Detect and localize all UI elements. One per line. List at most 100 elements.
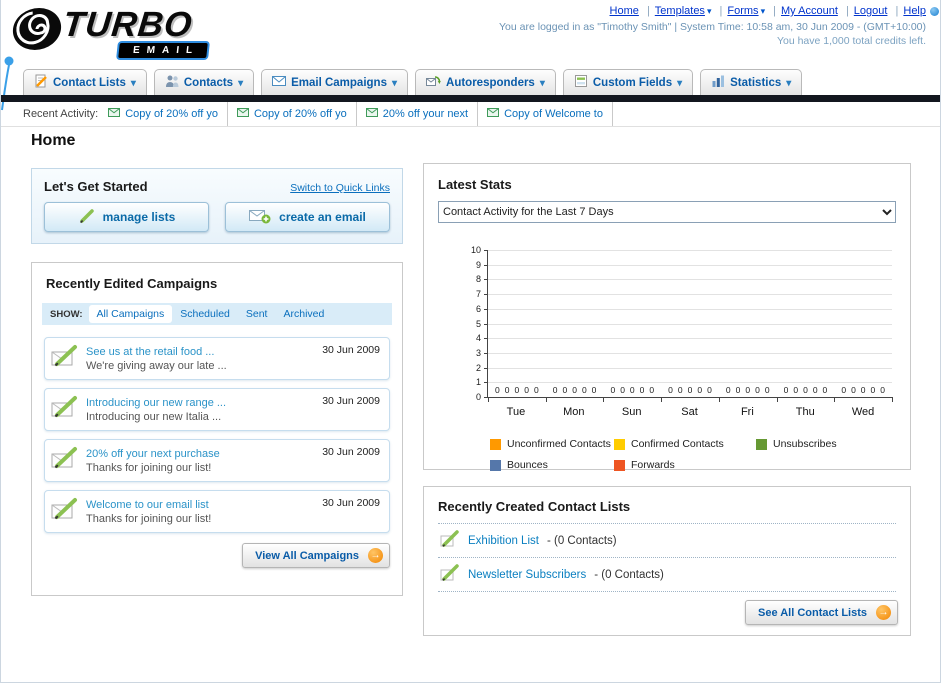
view-all-campaigns-button[interactable]: View All Campaigns bbox=[242, 543, 390, 568]
tab-label: Custom Fields bbox=[592, 76, 673, 89]
recent-activity-item[interactable]: Copy of Welcome to bbox=[487, 102, 613, 126]
legend-swatch-icon bbox=[756, 438, 767, 450]
recent-activity-bar: Recent Activity: Copy of 20% off yo Copy… bbox=[1, 102, 940, 127]
stats-chart-plot: 00000000000000000000000000000000000 0123… bbox=[471, 245, 893, 402]
campaign-title-link[interactable]: See us at the retail food ... bbox=[86, 346, 227, 358]
campaign-title-link[interactable]: Welcome to our email list bbox=[86, 499, 211, 511]
chart-value: 0 bbox=[697, 385, 703, 395]
legend-swatch-icon bbox=[614, 438, 625, 450]
recent-activity-item[interactable]: Copy of 20% off yo bbox=[108, 102, 228, 126]
contact-list-row[interactable]: Newsletter Subscribers - (0 Contacts) bbox=[438, 558, 896, 592]
chart-y-tick bbox=[484, 338, 488, 340]
tab-contacts[interactable]: Contacts bbox=[153, 69, 255, 95]
legend-swatch-icon bbox=[614, 459, 625, 471]
chart-y-label: 8 bbox=[475, 274, 481, 285]
link-forms[interactable]: Forms bbox=[727, 5, 765, 17]
tab-contact-lists[interactable]: Contact Lists bbox=[23, 69, 147, 95]
get-started-title: Let's Get Started bbox=[44, 179, 148, 194]
legend-item-bounces: Bounces bbox=[490, 459, 614, 471]
link-logout[interactable]: Logout bbox=[854, 5, 888, 17]
main-nav: Contact Lists Contacts Email Campaigns A… bbox=[1, 67, 940, 95]
chart-value: 0 bbox=[851, 385, 856, 395]
recent-activity-item[interactable]: Copy of 20% off yo bbox=[236, 102, 357, 126]
chart-y-label: 5 bbox=[475, 318, 481, 329]
chart-value: 0 bbox=[822, 385, 828, 395]
chart-value: 0 bbox=[764, 385, 770, 395]
recent-activity-item[interactable]: 20% off your next bbox=[365, 102, 479, 126]
tab-label: Contacts bbox=[183, 76, 234, 89]
contact-list-row[interactable]: Exhibition List - (0 Contacts) bbox=[438, 524, 896, 558]
chart-value: 0 bbox=[803, 385, 808, 395]
legend-swatch-icon bbox=[490, 438, 501, 450]
logo-text: TURBO bbox=[61, 5, 195, 44]
chevron-down-icon bbox=[786, 77, 791, 89]
chart-x-labels: Tue Mon Sun Sat Fri Thu Wed bbox=[487, 406, 892, 418]
chart-gridline bbox=[488, 338, 892, 340]
page-title: Home bbox=[31, 132, 76, 149]
tab-custom-fields[interactable]: Custom Fields bbox=[562, 69, 694, 95]
chart-value-group: 00000 bbox=[603, 385, 661, 395]
filter-scheduled[interactable]: Scheduled bbox=[172, 305, 238, 323]
filter-sent[interactable]: Sent bbox=[238, 305, 276, 323]
statistics-icon bbox=[711, 74, 725, 91]
arrow-right-icon bbox=[368, 548, 383, 563]
chart-y-tick bbox=[484, 308, 488, 310]
campaign-row[interactable]: Welcome to our email list Thanks for joi… bbox=[44, 490, 390, 533]
chart-value: 0 bbox=[591, 385, 597, 395]
chart-y-label: 4 bbox=[475, 333, 481, 344]
manage-lists-button[interactable]: manage lists bbox=[44, 202, 209, 232]
chart-value-groups: 00000000000000000000000000000000000 bbox=[488, 385, 892, 395]
chart-y-tick bbox=[484, 323, 488, 325]
page: TURBO EMAIL Home Templates Forms My Acco… bbox=[0, 0, 941, 683]
chart-gridline bbox=[488, 279, 892, 281]
edit-envelope-icon bbox=[51, 344, 79, 373]
campaign-title-link[interactable]: 20% off your next purchase bbox=[86, 448, 220, 460]
campaign-row[interactable]: See us at the retail food ... We're givi… bbox=[44, 337, 390, 380]
campaign-subtitle: We're giving away our late ... bbox=[86, 359, 227, 372]
campaign-subtitle: Thanks for joining our list! bbox=[86, 512, 212, 525]
stats-range-select[interactable]: Contact Activity for the Last 7 Days bbox=[438, 201, 896, 223]
chart-value: 0 bbox=[668, 385, 673, 395]
filter-all-campaigns[interactable]: All Campaigns bbox=[88, 305, 173, 323]
campaign-title-link[interactable]: Introducing our new range ... bbox=[86, 397, 226, 409]
chart-value-group: 00000 bbox=[661, 385, 719, 395]
activity-item-label: Copy of Welcome to bbox=[504, 108, 603, 120]
recently-edited-campaigns-panel: Recently Edited Campaigns SHOW: All Camp… bbox=[31, 262, 403, 596]
filter-archived[interactable]: Archived bbox=[275, 305, 332, 323]
campaign-row[interactable]: Introducing our new range ... Introducin… bbox=[44, 388, 390, 431]
chart-x-tick bbox=[834, 397, 836, 402]
chart-x-tick bbox=[661, 397, 663, 402]
see-all-contact-lists-button[interactable]: See All Contact Lists bbox=[744, 600, 898, 625]
chart-gridline bbox=[488, 367, 892, 369]
chart-value: 0 bbox=[735, 385, 741, 395]
chart-gridline bbox=[488, 352, 892, 354]
tab-email-campaigns[interactable]: Email Campaigns bbox=[261, 69, 409, 95]
contacts-icon bbox=[165, 74, 179, 91]
tab-autoresponders[interactable]: Autoresponders bbox=[415, 69, 556, 95]
credits-info: You have 1,000 total credits left. bbox=[776, 35, 926, 47]
campaign-row[interactable]: 20% off your next purchase Thanks for jo… bbox=[44, 439, 390, 482]
chart-x-label: Fri bbox=[740, 406, 754, 418]
contact-list-count: - (0 Contacts) bbox=[594, 568, 664, 581]
edit-pencil-icon bbox=[440, 564, 460, 585]
chart-value: 0 bbox=[707, 385, 712, 395]
link-my-account[interactable]: My Account bbox=[781, 5, 838, 17]
switch-quick-links-link[interactable]: Switch to Quick Links bbox=[290, 182, 390, 194]
link-home[interactable]: Home bbox=[610, 5, 639, 17]
chevron-down-icon bbox=[677, 77, 682, 89]
chevron-down-icon bbox=[131, 77, 136, 89]
link-help[interactable]: Help bbox=[903, 5, 926, 17]
link-templates[interactable]: Templates bbox=[655, 5, 712, 17]
chart-y-tick bbox=[484, 294, 488, 296]
campaign-date: 30 Jun 2009 bbox=[322, 446, 380, 458]
chart-gridline bbox=[488, 250, 892, 251]
contact-list-name-link[interactable]: Exhibition List bbox=[468, 535, 539, 547]
create-email-button[interactable]: create an email bbox=[225, 202, 390, 232]
contact-list-name-link[interactable]: Newsletter Subscribers bbox=[468, 569, 586, 581]
chart-value: 0 bbox=[812, 385, 818, 395]
email-campaigns-icon bbox=[272, 75, 287, 90]
tab-statistics[interactable]: Statistics bbox=[700, 69, 803, 95]
chart-x-tick bbox=[718, 397, 720, 402]
edit-envelope-icon bbox=[51, 446, 79, 475]
tab-label: Statistics bbox=[730, 76, 782, 89]
